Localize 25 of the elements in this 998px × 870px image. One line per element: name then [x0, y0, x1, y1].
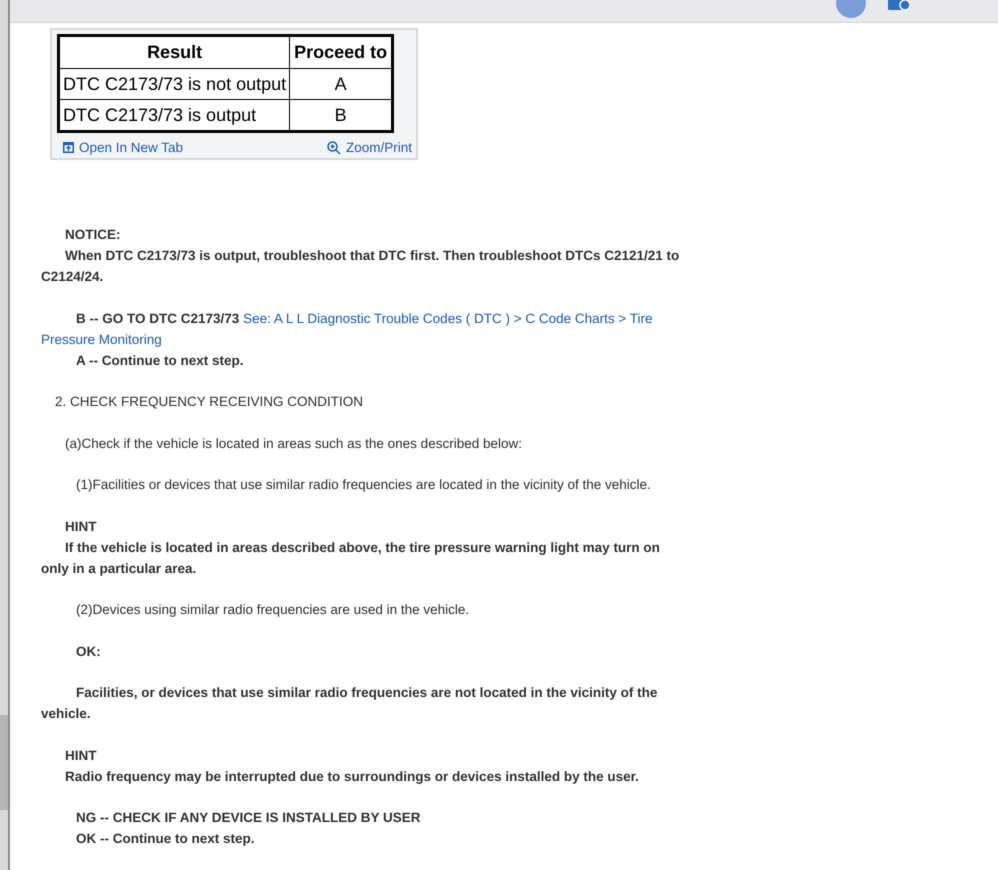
- section-label: HINT: [64, 746, 98, 764]
- open-tab-icon: [63, 142, 74, 153]
- paragraph: When DTC C2173/73 is output, troubleshoot that DTC first. Then troubleshoot DTCs C2121/21 to C2124/24.: [41, 247, 680, 286]
- paragraph: A -- Continue to next step.: [75, 352, 244, 370]
- paragraph: B -- GO TO DTC C2173/73 See: A L L Diagnostic Trouble Codes ( DTC ) > C Code Charts > Tire Pressure Monitoring: [41, 310, 654, 349]
- paragraph: Facilities, or devices that use similar radio frequencies are not located in the vicinity of the vehicle.: [41, 684, 658, 723]
- paragraph: (1)Facilities or devices that use similar radio frequencies are located in the vicinity of the vehicle.: [75, 476, 652, 494]
- scrollbar-thumb[interactable]: [0, 715, 8, 810]
- paragraph: (a)Check if the vehicle is located in areas such as the ones described below:: [64, 434, 523, 453]
- paragraph: Radio frequency may be interrupted due to surroundings or devices installed by the user.: [64, 768, 640, 786]
- paragraph: OK:: [75, 642, 102, 660]
- section-label: NOTICE:: [64, 226, 122, 244]
- paragraph: NG -- CHECK IF ANY DEVICE IS INSTALLED BY USER: [75, 809, 422, 827]
- open-in-new-tab-link[interactable]: Open In New Tab: [63, 140, 184, 155]
- zoom-icon: [326, 140, 341, 154]
- paragraph: 2. CHECK FREQUENCY RECEIVING CONDITION: [54, 393, 364, 411]
- table-cell: DTC C2173/73 is not output: [58, 68, 290, 100]
- zoom-print-link[interactable]: Zoom/Print: [326, 140, 412, 155]
- paragraph: (2)Devices using similar radio frequencies are used in the vehicle.: [75, 601, 470, 619]
- section-label: HINT: [64, 518, 98, 536]
- reference-link[interactable]: Pressure Monitoring: [41, 332, 162, 346]
- column-header: Result: [58, 36, 290, 68]
- paragraph: If the vehicle is located in areas described above, the tire pressure warning light may turn on only in a particular area.: [41, 538, 661, 578]
- reference-link[interactable]: See: A L L Diagnostic Trouble Codes ( DTC ) > C Code Charts > Tire: [243, 310, 652, 326]
- paragraph: OK -- Continue to next step.: [75, 830, 256, 848]
